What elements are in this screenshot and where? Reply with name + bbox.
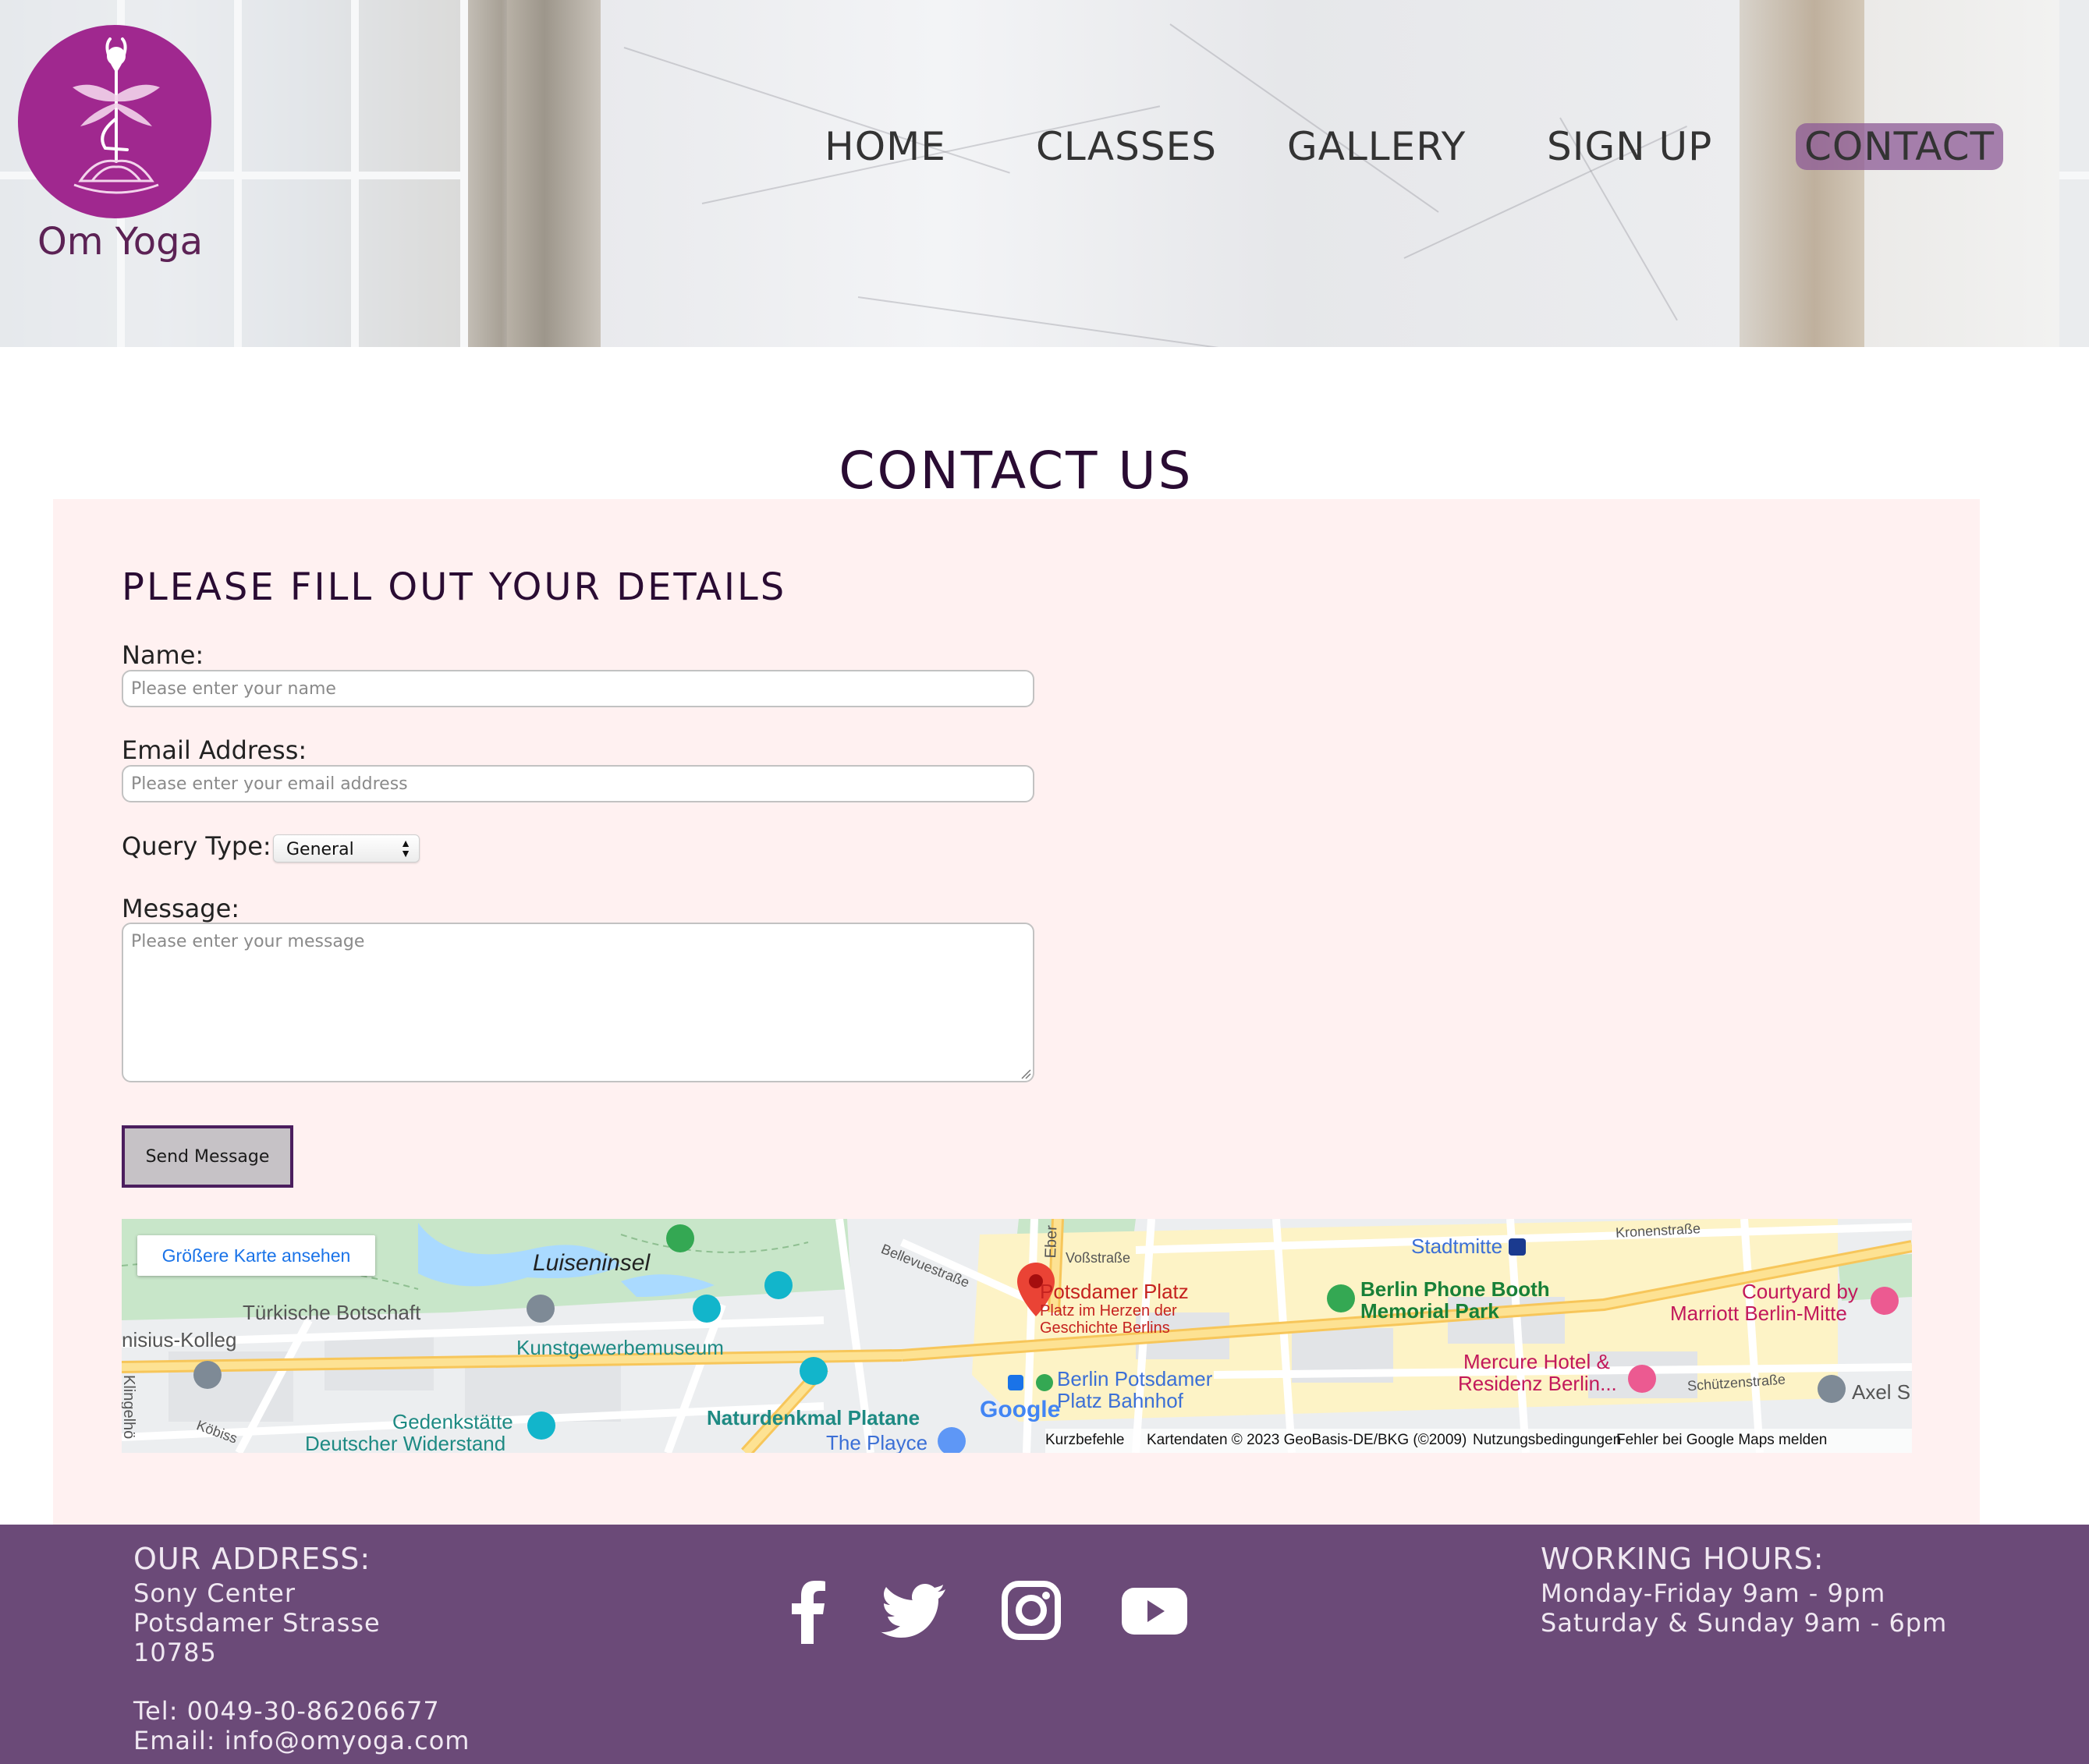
lotus-yoga-icon xyxy=(18,25,211,218)
embedded-map[interactable]: Größere Karte ansehen Luiseninsel Türkis… xyxy=(122,1219,1912,1453)
instagram-icon[interactable] xyxy=(992,1575,1070,1645)
google-logo-text: Google xyxy=(980,1397,1061,1422)
map-label: Potsdamer Platz xyxy=(1040,1280,1189,1303)
map-label: Türkische Botschaft xyxy=(243,1301,421,1324)
pillar xyxy=(1740,0,1864,347)
map-label: Luiseninsel xyxy=(533,1250,651,1276)
hero-header: Om Yoga HOME CLASSES GALLERY SIGN UP CON… xyxy=(0,0,2089,347)
map-label: Eber xyxy=(1042,1224,1061,1259)
query-type-select[interactable]: General ▲ ▼ xyxy=(273,834,420,863)
map-label: Deutscher Widerstand xyxy=(305,1432,506,1453)
address-line: 10785 xyxy=(133,1638,217,1667)
larger-map-link[interactable]: Größere Karte ansehen xyxy=(137,1235,375,1276)
map-label: Berlin Phone Booth xyxy=(1360,1277,1550,1301)
query-type-value: General xyxy=(286,840,354,859)
email-address[interactable]: Email: info@omyoga.com xyxy=(133,1726,470,1755)
terms-link[interactable]: Nutzungsbedingungen xyxy=(1473,1432,1621,1449)
report-error-link[interactable]: Fehler bei Google Maps melden xyxy=(1616,1432,1827,1449)
name-label: Name: xyxy=(122,640,204,670)
map-label: Memorial Park xyxy=(1360,1299,1499,1323)
map-label: Platz Bahnhof xyxy=(1057,1389,1183,1412)
nav-gallery[interactable]: GALLERY xyxy=(1287,123,1465,170)
marble-wall xyxy=(601,0,1740,347)
address-heading: OUR ADDRESS: xyxy=(133,1542,371,1576)
keyboard-shortcuts-link[interactable]: Kurzbefehle xyxy=(1045,1432,1124,1449)
map-label: Courtyard by xyxy=(1742,1280,1858,1303)
email-input[interactable] xyxy=(122,765,1034,802)
map-label: Marriott Berlin-Mitte xyxy=(1670,1302,1847,1325)
window-pane xyxy=(234,0,359,179)
nav-contact[interactable]: CONTACT xyxy=(1796,123,2003,170)
hours-line: Monday-Friday 9am - 9pm xyxy=(1541,1578,1886,1608)
map-label: Voßstraße xyxy=(1066,1250,1131,1266)
brand-name: Om Yoga xyxy=(37,220,203,264)
address-line: Potsdamer Strasse xyxy=(133,1608,381,1638)
nav-classes[interactable]: CLASSES xyxy=(1036,123,1216,170)
email-label: Email Address: xyxy=(122,735,307,765)
map-label: nisius-Kolleg xyxy=(122,1328,237,1351)
address-line: Sony Center xyxy=(133,1578,296,1608)
window-pane xyxy=(234,172,359,347)
hours-line: Saturday & Sunday 9am - 6pm xyxy=(1541,1608,1948,1638)
window-pane xyxy=(351,0,468,179)
map-label: Gedenkstätte xyxy=(392,1410,513,1433)
form-heading: PLEASE FILL OUT YOUR DETAILS xyxy=(122,565,787,609)
twitter-icon[interactable] xyxy=(874,1575,952,1645)
query-type-label: Query Type: xyxy=(122,831,271,861)
map-label: Berlin Potsdamer xyxy=(1057,1367,1213,1390)
send-message-button[interactable]: Send Message xyxy=(122,1125,293,1188)
hours-heading: WORKING HOURS: xyxy=(1541,1542,1825,1576)
map-label: Klingelhö xyxy=(122,1375,137,1440)
pillar xyxy=(507,0,601,347)
nav-home[interactable]: HOME xyxy=(823,123,948,170)
message-label: Message: xyxy=(122,894,240,923)
map-label: The Playce xyxy=(826,1431,928,1453)
nav-sign-up[interactable]: SIGN UP xyxy=(1547,123,1711,170)
map-label: Axel S xyxy=(1852,1380,1911,1404)
message-textarea[interactable] xyxy=(122,923,1034,1082)
map-attribution: Kurzbefehle Kartendaten © 2023 GeoBasis-… xyxy=(1045,1429,1912,1453)
window-pane xyxy=(351,172,468,347)
map-label: Platz im Herzen der xyxy=(1040,1302,1177,1319)
facebook-icon[interactable] xyxy=(768,1575,846,1645)
telephone: Tel: 0049-30-86206677 xyxy=(133,1696,440,1726)
google-logo: Google xyxy=(980,1397,1060,1423)
map-label: Naturdenkmal Platane xyxy=(707,1406,920,1429)
select-arrows-icon: ▲ ▼ xyxy=(400,837,411,859)
youtube-icon[interactable] xyxy=(1115,1575,1193,1645)
marble-wall xyxy=(1864,0,2059,347)
map-data-text: Kartendaten © 2023 GeoBasis-DE/BKG (©200… xyxy=(1147,1432,1467,1448)
logo[interactable]: Om Yoga xyxy=(16,23,215,273)
map-label: Kunstgewerbemuseum xyxy=(516,1336,724,1359)
map-label: Residenz Berlin... xyxy=(1458,1372,1617,1395)
name-input[interactable] xyxy=(122,670,1034,707)
map-label: Geschichte Berlins xyxy=(1040,1319,1170,1337)
map-label: Stadtmitte xyxy=(1411,1234,1503,1258)
resize-handle-icon[interactable] xyxy=(1020,1068,1031,1079)
map-label: Mercure Hotel & xyxy=(1463,1350,1610,1373)
page-title: CONTACT US xyxy=(839,441,1193,501)
